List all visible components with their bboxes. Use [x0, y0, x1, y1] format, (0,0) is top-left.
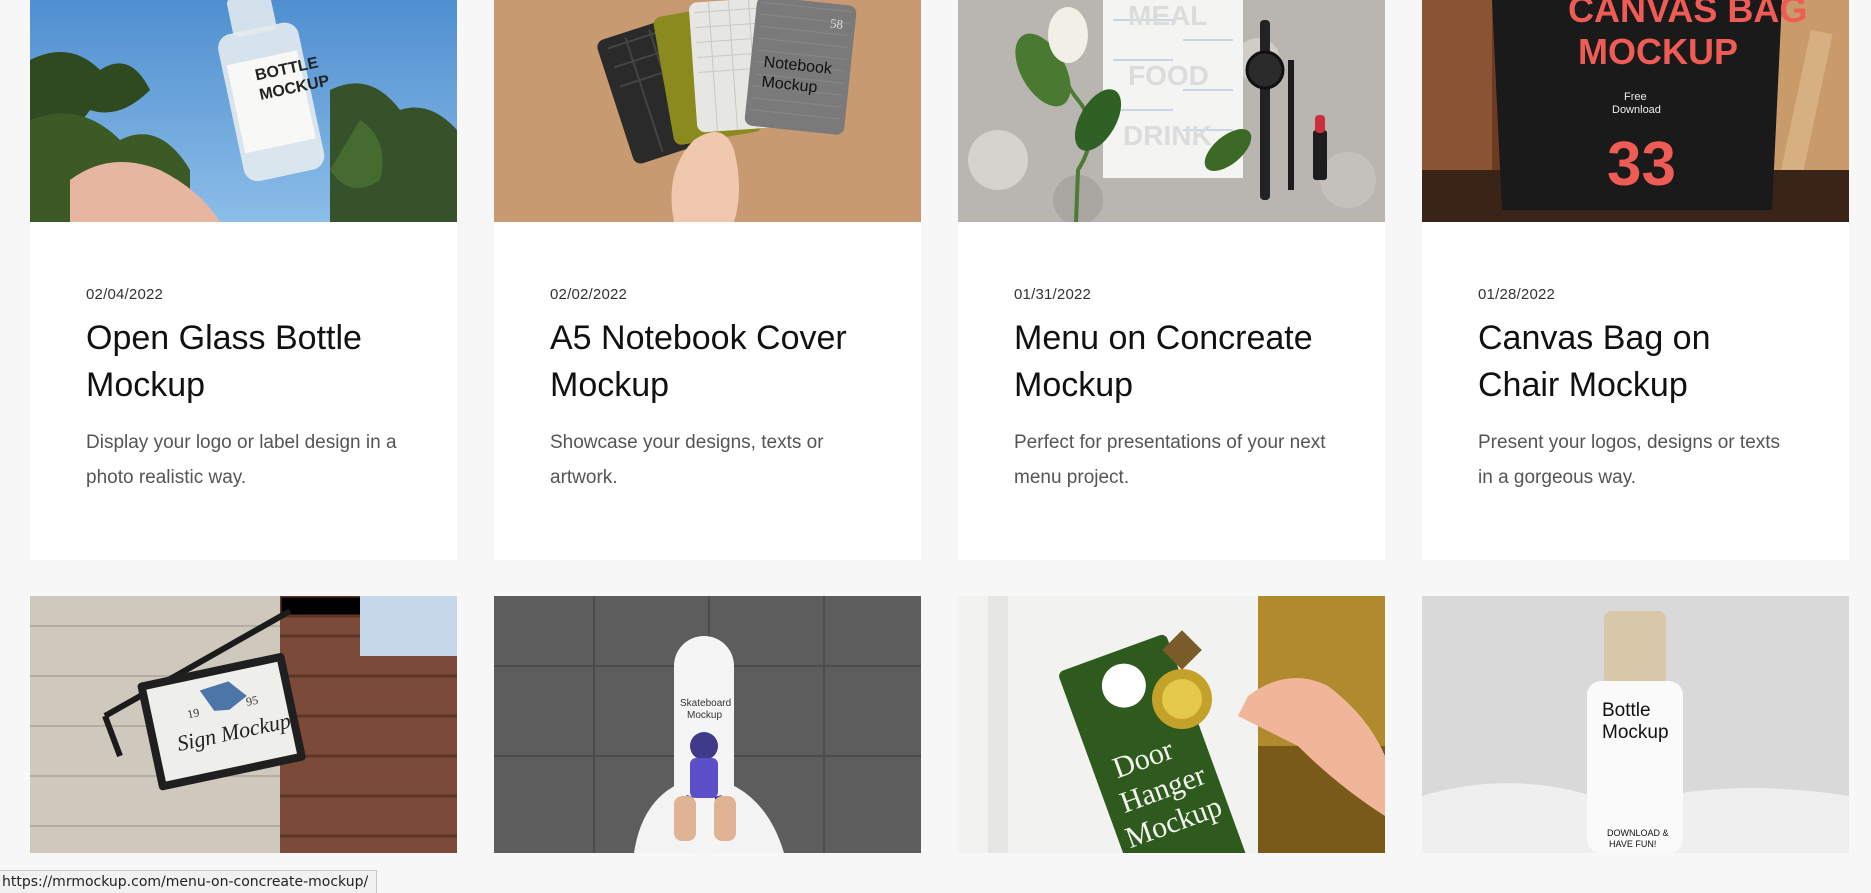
- bag-text-line-1: CANVAS BAG: [1568, 0, 1807, 30]
- post-card-skateboard[interactable]: Skateboard Mockup: [494, 596, 921, 853]
- post-description: Perfect for presentations of your next m…: [1014, 432, 1326, 488]
- post-thumbnail[interactable]: Skateboard Mockup: [494, 596, 921, 853]
- notebook-image: 58 Notebook Mockup: [494, 0, 921, 222]
- canvas-bag-image: CANVAS BAG MOCKUP Free Download 33: [1422, 0, 1849, 222]
- post-title[interactable]: Menu on Concreate Mockup: [1014, 315, 1329, 409]
- bottle-text-line-1: Bottle: [1602, 700, 1651, 721]
- bottle-image: Bottle Mockup DOWNLOAD & HAVE FUN!: [1422, 596, 1849, 853]
- glass-bottle-image: BOTTLE MOCKUP: [30, 0, 457, 222]
- menu-word-meal: MEAL: [1128, 0, 1207, 31]
- bag-text-free: Free: [1624, 91, 1647, 103]
- post-thumbnail[interactable]: Bottle Mockup DOWNLOAD & HAVE FUN!: [1422, 596, 1849, 853]
- post-thumbnail[interactable]: BOTTLE MOCKUP: [30, 0, 457, 222]
- mockup-grid: BOTTLE MOCKUP 02/04/2022 Open Glass Bott…: [30, 0, 1849, 853]
- bag-text-line-2: MOCKUP: [1578, 31, 1738, 72]
- skateboard-image: Skateboard Mockup: [494, 596, 921, 853]
- post-date: 01/31/2022: [1014, 286, 1092, 303]
- post-card-canvas-bag[interactable]: CANVAS BAG MOCKUP Free Download 33 01/28…: [1422, 0, 1849, 560]
- menu-image: MEAL FOOD DRINK: [958, 0, 1385, 222]
- post-title[interactable]: Canvas Bag on Chair Mockup: [1478, 315, 1793, 409]
- post-title[interactable]: Open Glass Bottle Mockup: [86, 315, 401, 409]
- skateboard-text-line-1: Skateboard: [680, 698, 731, 709]
- post-description: Showcase your designs, texts or artwork.: [550, 432, 824, 488]
- post-thumbnail[interactable]: 58 Notebook Mockup: [494, 0, 921, 222]
- post-thumbnail[interactable]: MEAL FOOD DRINK: [958, 0, 1385, 222]
- post-thumbnail[interactable]: CANVAS BAG MOCKUP Free Download 33: [1422, 0, 1849, 222]
- bag-text-number: 33: [1607, 130, 1676, 199]
- post-card-bottle[interactable]: Bottle Mockup DOWNLOAD & HAVE FUN!: [1422, 596, 1849, 853]
- bottle-text-line-2: Mockup: [1602, 722, 1669, 743]
- sign-image: 19 95 Sign Mockup: [30, 596, 457, 853]
- post-date: 01/28/2022: [1478, 286, 1556, 303]
- bag-text-download: Download: [1612, 104, 1661, 116]
- post-thumbnail[interactable]: Door Hanger Mockup: [958, 596, 1385, 853]
- menu-word-food: FOOD: [1128, 60, 1209, 91]
- post-card-a5-notebook[interactable]: 58 Notebook Mockup 02/02/2022 A5 Noteboo…: [494, 0, 921, 560]
- post-description: Display your logo or label design in a p…: [86, 432, 397, 488]
- bottle-text-line-3: DOWNLOAD &: [1607, 828, 1669, 838]
- notebook-number: 58: [829, 16, 843, 32]
- post-card-door-hanger[interactable]: Door Hanger Mockup: [958, 596, 1385, 853]
- post-card-menu-concrete[interactable]: MEAL FOOD DRINK 01/31/2022 Menu on Concr…: [958, 0, 1385, 560]
- door-hanger-image: Door Hanger Mockup: [958, 596, 1385, 853]
- post-date: 02/04/2022: [86, 286, 164, 303]
- post-card-sign[interactable]: 19 95 Sign Mockup: [30, 596, 457, 853]
- status-bar-url: https://mrmockup.com/menu-on-concreate-m…: [0, 870, 378, 893]
- post-title[interactable]: A5 Notebook Cover Mockup: [550, 315, 865, 409]
- bottle-text-line-4: HAVE FUN!: [1609, 839, 1656, 849]
- post-thumbnail[interactable]: 19 95 Sign Mockup: [30, 596, 457, 853]
- skateboard-text-line-2: Mockup: [687, 710, 722, 721]
- post-date: 02/02/2022: [550, 286, 628, 303]
- post-card-glass-bottle[interactable]: BOTTLE MOCKUP 02/04/2022 Open Glass Bott…: [30, 0, 457, 560]
- post-description: Present your logos, designs or texts in …: [1478, 432, 1781, 488]
- menu-word-drink: DRINK: [1123, 120, 1212, 151]
